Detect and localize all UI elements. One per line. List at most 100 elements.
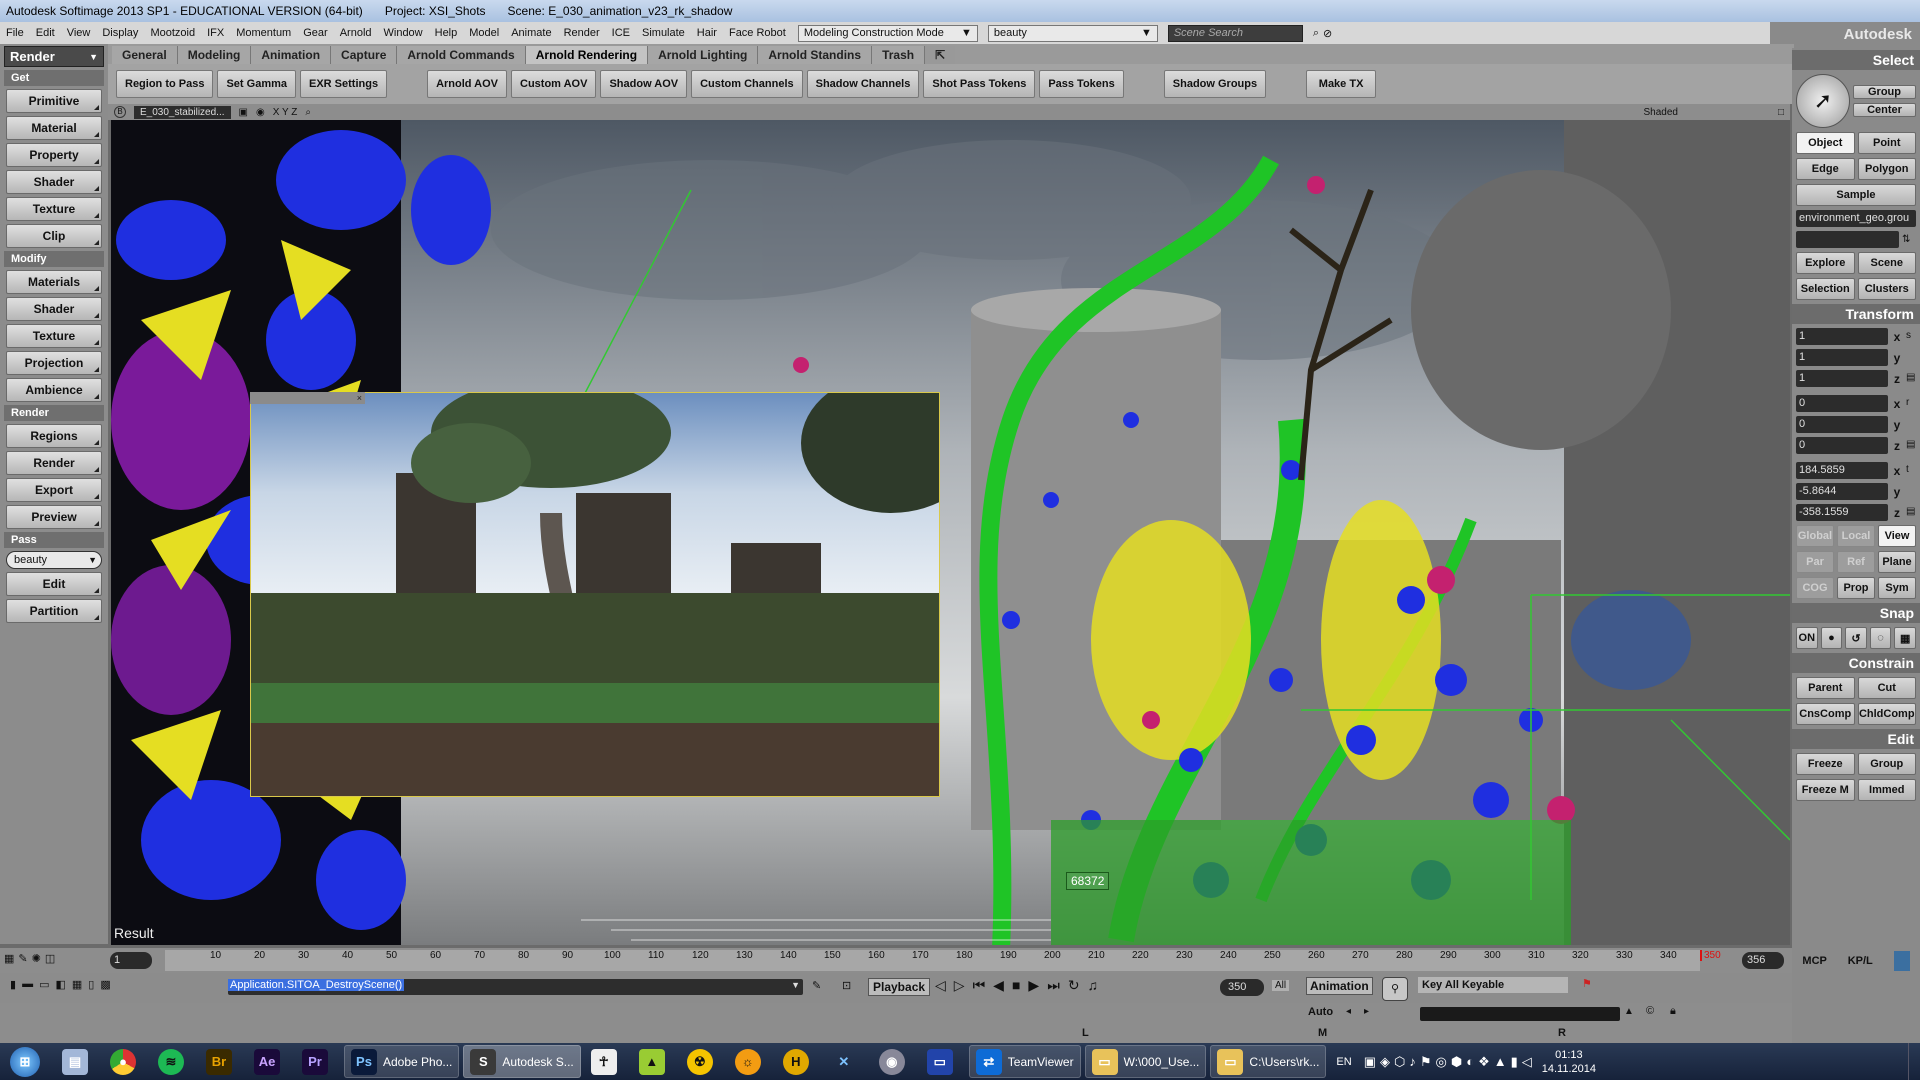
par-button[interactable]: Par (1796, 551, 1834, 573)
menu-display[interactable]: Display (102, 27, 138, 39)
timeline[interactable]: ▦ ✎ ✺ ◫ 1 10 20 30 40 50 60 70 80 90 100 11… (0, 948, 1792, 973)
tab-arnold-lighting[interactable]: Arnold Lighting (648, 46, 759, 64)
panel-icon[interactable] (1893, 950, 1910, 971)
get-material-button[interactable]: Material (6, 116, 102, 140)
nuke-pin[interactable]: ☢ (681, 1045, 725, 1078)
snap-on-button[interactable]: ON (1796, 627, 1818, 649)
explore-button[interactable]: Explore (1796, 252, 1855, 274)
sort-icon[interactable]: ⇅ (1902, 234, 1916, 245)
selection-filter-field[interactable] (1796, 231, 1899, 248)
key-all-keyable-select[interactable]: Key All Keyable (1418, 977, 1568, 993)
layout-bottom-icon[interactable]: ▭ (39, 978, 49, 991)
render-icon[interactable]: ✺ (32, 952, 41, 965)
render-render-button[interactable]: Render (6, 451, 102, 475)
task-teamviewer[interactable]: ⇄ TeamViewer (968, 1045, 1081, 1078)
tab-arnold-rendering[interactable]: Arnold Rendering (525, 46, 649, 64)
key-icon[interactable]: ⚲ (1382, 977, 1408, 1001)
mcp-tab[interactable]: MCP (1802, 955, 1826, 967)
tray-icon[interactable]: ⬡ (1394, 1054, 1405, 1070)
all-button[interactable]: All (1272, 980, 1290, 991)
get-property-button[interactable]: Property (6, 143, 102, 167)
modify-materials-button[interactable]: Materials (6, 270, 102, 294)
tray-icon[interactable]: ♪ (1409, 1054, 1416, 1070)
tab-arnold-standins[interactable]: Arnold Standins (758, 46, 873, 64)
tab-arnold-commands[interactable]: Arnold Commands (397, 46, 526, 64)
loop-icon[interactable]: ↻ (1068, 977, 1080, 994)
xsi-edu-pin[interactable]: ✕ (825, 1045, 869, 1078)
parent-button[interactable]: Parent (1796, 677, 1855, 699)
shot-pass-tokens-button[interactable]: Shot Pass Tokens (923, 70, 1036, 98)
clock[interactable]: 01:13 14.11.2014 (1542, 1048, 1596, 1076)
get-clip-button[interactable]: Clip (6, 224, 102, 248)
menu-arnold[interactable]: Arnold (340, 27, 372, 39)
view-button[interactable]: View (1878, 525, 1916, 547)
snap-grid-icon[interactable]: ▦ (1894, 627, 1916, 649)
cnscomp-button[interactable]: CnsComp (1796, 703, 1855, 725)
snap-curve-icon[interactable]: ↺ (1845, 627, 1867, 649)
timeline-end-frame[interactable]: 356 (1742, 952, 1784, 969)
premiere-pin[interactable]: Pr (296, 1045, 340, 1078)
exr-settings-button[interactable]: EXR Settings (300, 70, 388, 98)
mixamo-pin[interactable]: ☥ (585, 1045, 629, 1078)
select-arrow-icon[interactable]: ➚ (1796, 74, 1850, 128)
arnold-aov-button[interactable]: Arnold AOV (427, 70, 508, 98)
key-pin-icon[interactable]: ⚑ (1582, 977, 1592, 990)
keying-slider[interactable] (1420, 1007, 1620, 1021)
first-frame-icon[interactable]: ⏮ (973, 977, 986, 994)
menu-gear[interactable]: Gear (303, 27, 327, 39)
section-get[interactable]: Get (4, 70, 104, 86)
scene-search-input[interactable]: Scene Search (1167, 24, 1303, 42)
tray-icon[interactable]: ⚑ (1420, 1054, 1432, 1070)
task-softimage[interactable]: S Autodesk S... (463, 1045, 581, 1078)
after-effects-pin[interactable]: Ae (248, 1045, 292, 1078)
menu-hair[interactable]: Hair (697, 27, 717, 39)
network-icon[interactable]: ▮ (1511, 1054, 1518, 1070)
snap-surface-icon[interactable]: ◌ (1869, 627, 1892, 649)
select-group-button[interactable]: Group (1853, 85, 1916, 99)
translate-y-field[interactable]: -5.8644 (1796, 483, 1888, 500)
chrome-pin[interactable]: ● (104, 1045, 148, 1078)
tab-animation[interactable]: Animation (251, 46, 332, 64)
menu-edit[interactable]: Edit (36, 27, 55, 39)
pass-edit-button[interactable]: Edit (6, 572, 102, 596)
selection-name-field[interactable]: environment_geo.grou (1796, 210, 1916, 227)
android-pin[interactable]: ▲ (633, 1045, 677, 1078)
prop-button[interactable]: Prop (1837, 577, 1875, 599)
modify-shader-button[interactable]: Shader (6, 297, 102, 321)
auto-key-button[interactable]: Auto (1308, 1006, 1333, 1018)
pass-partition-button[interactable]: Partition (6, 599, 102, 623)
show-desktop-button[interactable] (1908, 1043, 1920, 1080)
cog-button[interactable]: COG (1796, 577, 1834, 599)
scale-x-field[interactable]: 1 (1796, 328, 1888, 345)
tab-modeling[interactable]: Modeling (177, 46, 252, 64)
snap-point-icon[interactable]: ● (1820, 627, 1843, 649)
select-sample-button[interactable]: Sample (1796, 184, 1916, 206)
menu-help[interactable]: Help (435, 27, 458, 39)
menu-ice[interactable]: ICE (612, 27, 630, 39)
modify-projection-button[interactable]: Projection (6, 351, 102, 375)
sym-button[interactable]: Sym (1878, 577, 1916, 599)
rotate-y-field[interactable]: 0 (1796, 416, 1888, 433)
select-center-button[interactable]: Center (1853, 103, 1916, 117)
audio-icon[interactable]: ♫ (1088, 977, 1099, 994)
lock-icon[interactable]: 🔒︎ (1670, 1005, 1676, 1018)
chevron-down-icon[interactable]: ▼ (791, 980, 800, 990)
timeline-current-frame[interactable]: 1 (110, 952, 152, 969)
prev-frame-icon[interactable]: ◀ (993, 977, 1004, 994)
handbrake-pin[interactable]: H (777, 1045, 821, 1078)
menu-mootzoid[interactable]: Mootzoid (150, 27, 195, 39)
camera-select[interactable]: E_030_stabilized... (134, 105, 231, 119)
tray-icon[interactable]: ❖ (1478, 1054, 1490, 1070)
immed-button[interactable]: Immed (1857, 779, 1916, 801)
tray-icon[interactable]: ▲ (1494, 1054, 1507, 1070)
tray-icon[interactable]: ◐ (1466, 1054, 1474, 1070)
rotate-icon[interactable]: r (1906, 397, 1916, 411)
bridge-pin[interactable]: Br (200, 1045, 244, 1078)
local-button[interactable]: Local (1837, 525, 1875, 547)
shading-mode[interactable]: Shaded (1643, 107, 1677, 118)
layout-quad-icon[interactable]: ▦ (72, 978, 82, 991)
scale-z-field[interactable]: 1 (1796, 370, 1888, 387)
maximize-icon[interactable]: □ (1778, 107, 1784, 118)
layout-alt-icon[interactable]: ▩ (100, 978, 110, 991)
scale-y-field[interactable]: 1 (1796, 349, 1888, 366)
